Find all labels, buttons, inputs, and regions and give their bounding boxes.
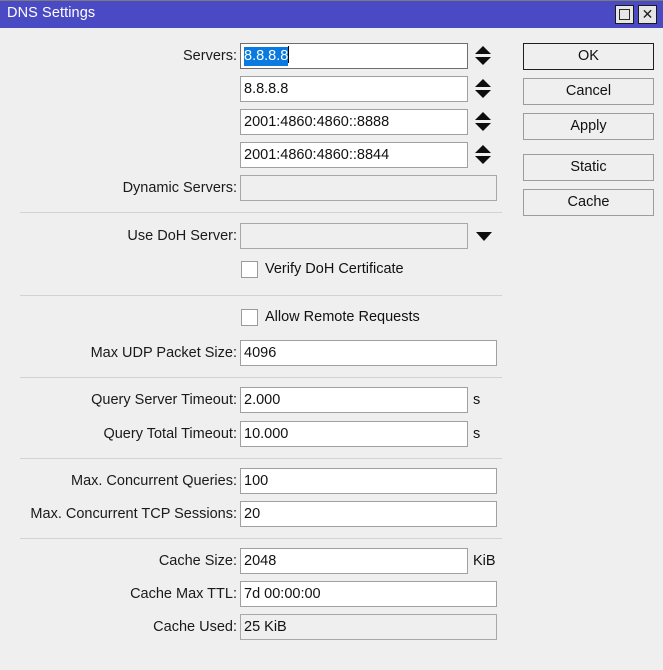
cache-size-input[interactable]: 2048 — [240, 548, 468, 574]
servers-label-box: Servers: — [0, 43, 237, 69]
cache-button[interactable]: Cache — [523, 189, 654, 216]
cache-size-label-box: Cache Size: — [0, 548, 237, 574]
max-concurrent-queries-label: Max. Concurrent Queries: — [0, 468, 237, 494]
apply-button[interactable]: Apply — [523, 113, 654, 140]
spinner-down-icon[interactable] — [475, 90, 491, 98]
close-icon: ✕ — [639, 5, 656, 24]
max-udp-label-row: Max UDP Packet Size: — [0, 340, 237, 366]
query-total-timeout-label-box: Query Total Timeout: — [0, 421, 237, 447]
cache-max-ttl-label-row: Cache Max TTL: — [0, 581, 237, 607]
max-concurrent-tcp-sessions-label: Max. Concurrent TCP Sessions: — [0, 501, 237, 527]
cache-max-ttl-input[interactable]: 7d 00:00:00 — [240, 581, 497, 607]
servers-spinner-2[interactable] — [474, 109, 491, 135]
max-udp-packet-size-input[interactable]: 4096 — [240, 340, 497, 366]
cache-max-ttl-label: Cache Max TTL: — [0, 581, 237, 607]
spinner-down-icon[interactable] — [475, 57, 491, 65]
window-title: DNS Settings — [7, 5, 95, 21]
max-concurrent-tcp-sessions-input[interactable]: 20 — [240, 501, 497, 527]
servers-input-3[interactable]: 2001:4860:4860::8844 — [240, 142, 468, 168]
cache-used-label-row: Cache Used: — [0, 614, 237, 640]
query-total-timeout-label: Query Total Timeout: — [0, 421, 237, 447]
cache-size-label-row: Cache Size: — [0, 548, 237, 574]
servers-input-0-value: 8.8.8.8 — [244, 47, 288, 66]
cancel-button[interactable]: Cancel — [523, 78, 654, 105]
cache-used-label: Cache Used: — [0, 614, 237, 640]
chevron-down-icon — [476, 232, 492, 241]
separator-3 — [20, 377, 502, 378]
dns-settings-window: DNS Settings ✕ Servers: 8.8.8.8 8.8.8.8 … — [0, 0, 663, 670]
cache-max-ttl-label-box: Cache Max TTL: — [0, 581, 237, 607]
dynamic-servers-input — [240, 175, 497, 201]
spinner-down-icon[interactable] — [475, 123, 491, 131]
separator-5 — [20, 538, 502, 539]
max-concurrent-queries-label-box: Max. Concurrent Queries: — [0, 468, 237, 494]
ok-button[interactable]: OK — [523, 43, 654, 70]
query-total-timeout-label-row: Query Total Timeout: — [0, 421, 237, 447]
cache-size-unit: KiB — [473, 548, 496, 574]
close-button[interactable]: ✕ — [638, 5, 657, 24]
separator-4 — [20, 458, 502, 459]
servers-label: Servers: — [0, 43, 237, 69]
max-concurrent-queries-label-row: Max. Concurrent Queries: — [0, 468, 237, 494]
static-button[interactable]: Static — [523, 154, 654, 181]
doh-server-label-row: Use DoH Server: — [0, 223, 237, 249]
verify-doh-certificate-label: Verify DoH Certificate — [265, 261, 404, 278]
max-udp-label-box: Max UDP Packet Size: — [0, 340, 237, 366]
servers-label-row: Servers: — [0, 43, 237, 69]
servers-input-2[interactable]: 2001:4860:4860::8888 — [240, 109, 468, 135]
query-total-timeout-unit: s — [473, 421, 480, 447]
servers-input-0[interactable]: 8.8.8.8 — [240, 43, 468, 69]
cache-size-label: Cache Size: — [0, 548, 237, 574]
dynamic-servers-label-row: Dynamic Servers: — [0, 175, 237, 201]
max-udp-packet-size-label: Max UDP Packet Size: — [0, 340, 237, 366]
separator-1 — [20, 212, 502, 213]
allow-remote-requests-checkbox[interactable] — [241, 309, 258, 326]
verify-doh-certificate-checkbox[interactable] — [241, 261, 258, 278]
servers-spinner-0[interactable] — [474, 43, 491, 69]
dynamic-servers-label: Dynamic Servers: — [0, 175, 237, 201]
spinner-up-icon[interactable] — [475, 112, 491, 120]
maximize-icon — [619, 9, 630, 20]
dynamic-servers-label-box: Dynamic Servers: — [0, 175, 237, 201]
cache-used-value: 25 KiB — [240, 614, 497, 640]
query-total-timeout-input[interactable]: 10.000 — [240, 421, 468, 447]
doh-server-input[interactable] — [240, 223, 468, 249]
separator-2 — [20, 295, 502, 296]
query-server-timeout-input[interactable]: 2.000 — [240, 387, 468, 413]
text-caret — [288, 46, 289, 63]
spinner-up-icon[interactable] — [475, 79, 491, 87]
servers-input-1[interactable]: 8.8.8.8 — [240, 76, 468, 102]
doh-server-label-box: Use DoH Server: — [0, 223, 237, 249]
servers-spinner-1[interactable] — [474, 76, 491, 102]
cache-used-label-box: Cache Used: — [0, 614, 237, 640]
spinner-up-icon[interactable] — [475, 46, 491, 54]
allow-remote-requests-label: Allow Remote Requests — [265, 309, 420, 326]
query-server-timeout-label-box: Query Server Timeout: — [0, 387, 237, 413]
maximize-button[interactable] — [615, 5, 634, 24]
spinner-up-icon[interactable] — [475, 145, 491, 153]
max-concurrent-queries-input[interactable]: 100 — [240, 468, 497, 494]
title-bar: DNS Settings ✕ — [0, 1, 663, 28]
doh-server-label: Use DoH Server: — [0, 223, 237, 249]
spinner-down-icon[interactable] — [475, 156, 491, 164]
query-server-timeout-label: Query Server Timeout: — [0, 387, 237, 413]
max-concurrent-tcp-sessions-label-box: Max. Concurrent TCP Sessions: — [0, 501, 237, 527]
doh-server-dropdown-button[interactable] — [474, 223, 494, 249]
query-server-timeout-unit: s — [473, 387, 480, 413]
servers-spinner-3[interactable] — [474, 142, 491, 168]
query-server-timeout-label-row: Query Server Timeout: — [0, 387, 237, 413]
max-concurrent-tcp-sessions-label-row: Max. Concurrent TCP Sessions: — [0, 501, 237, 527]
